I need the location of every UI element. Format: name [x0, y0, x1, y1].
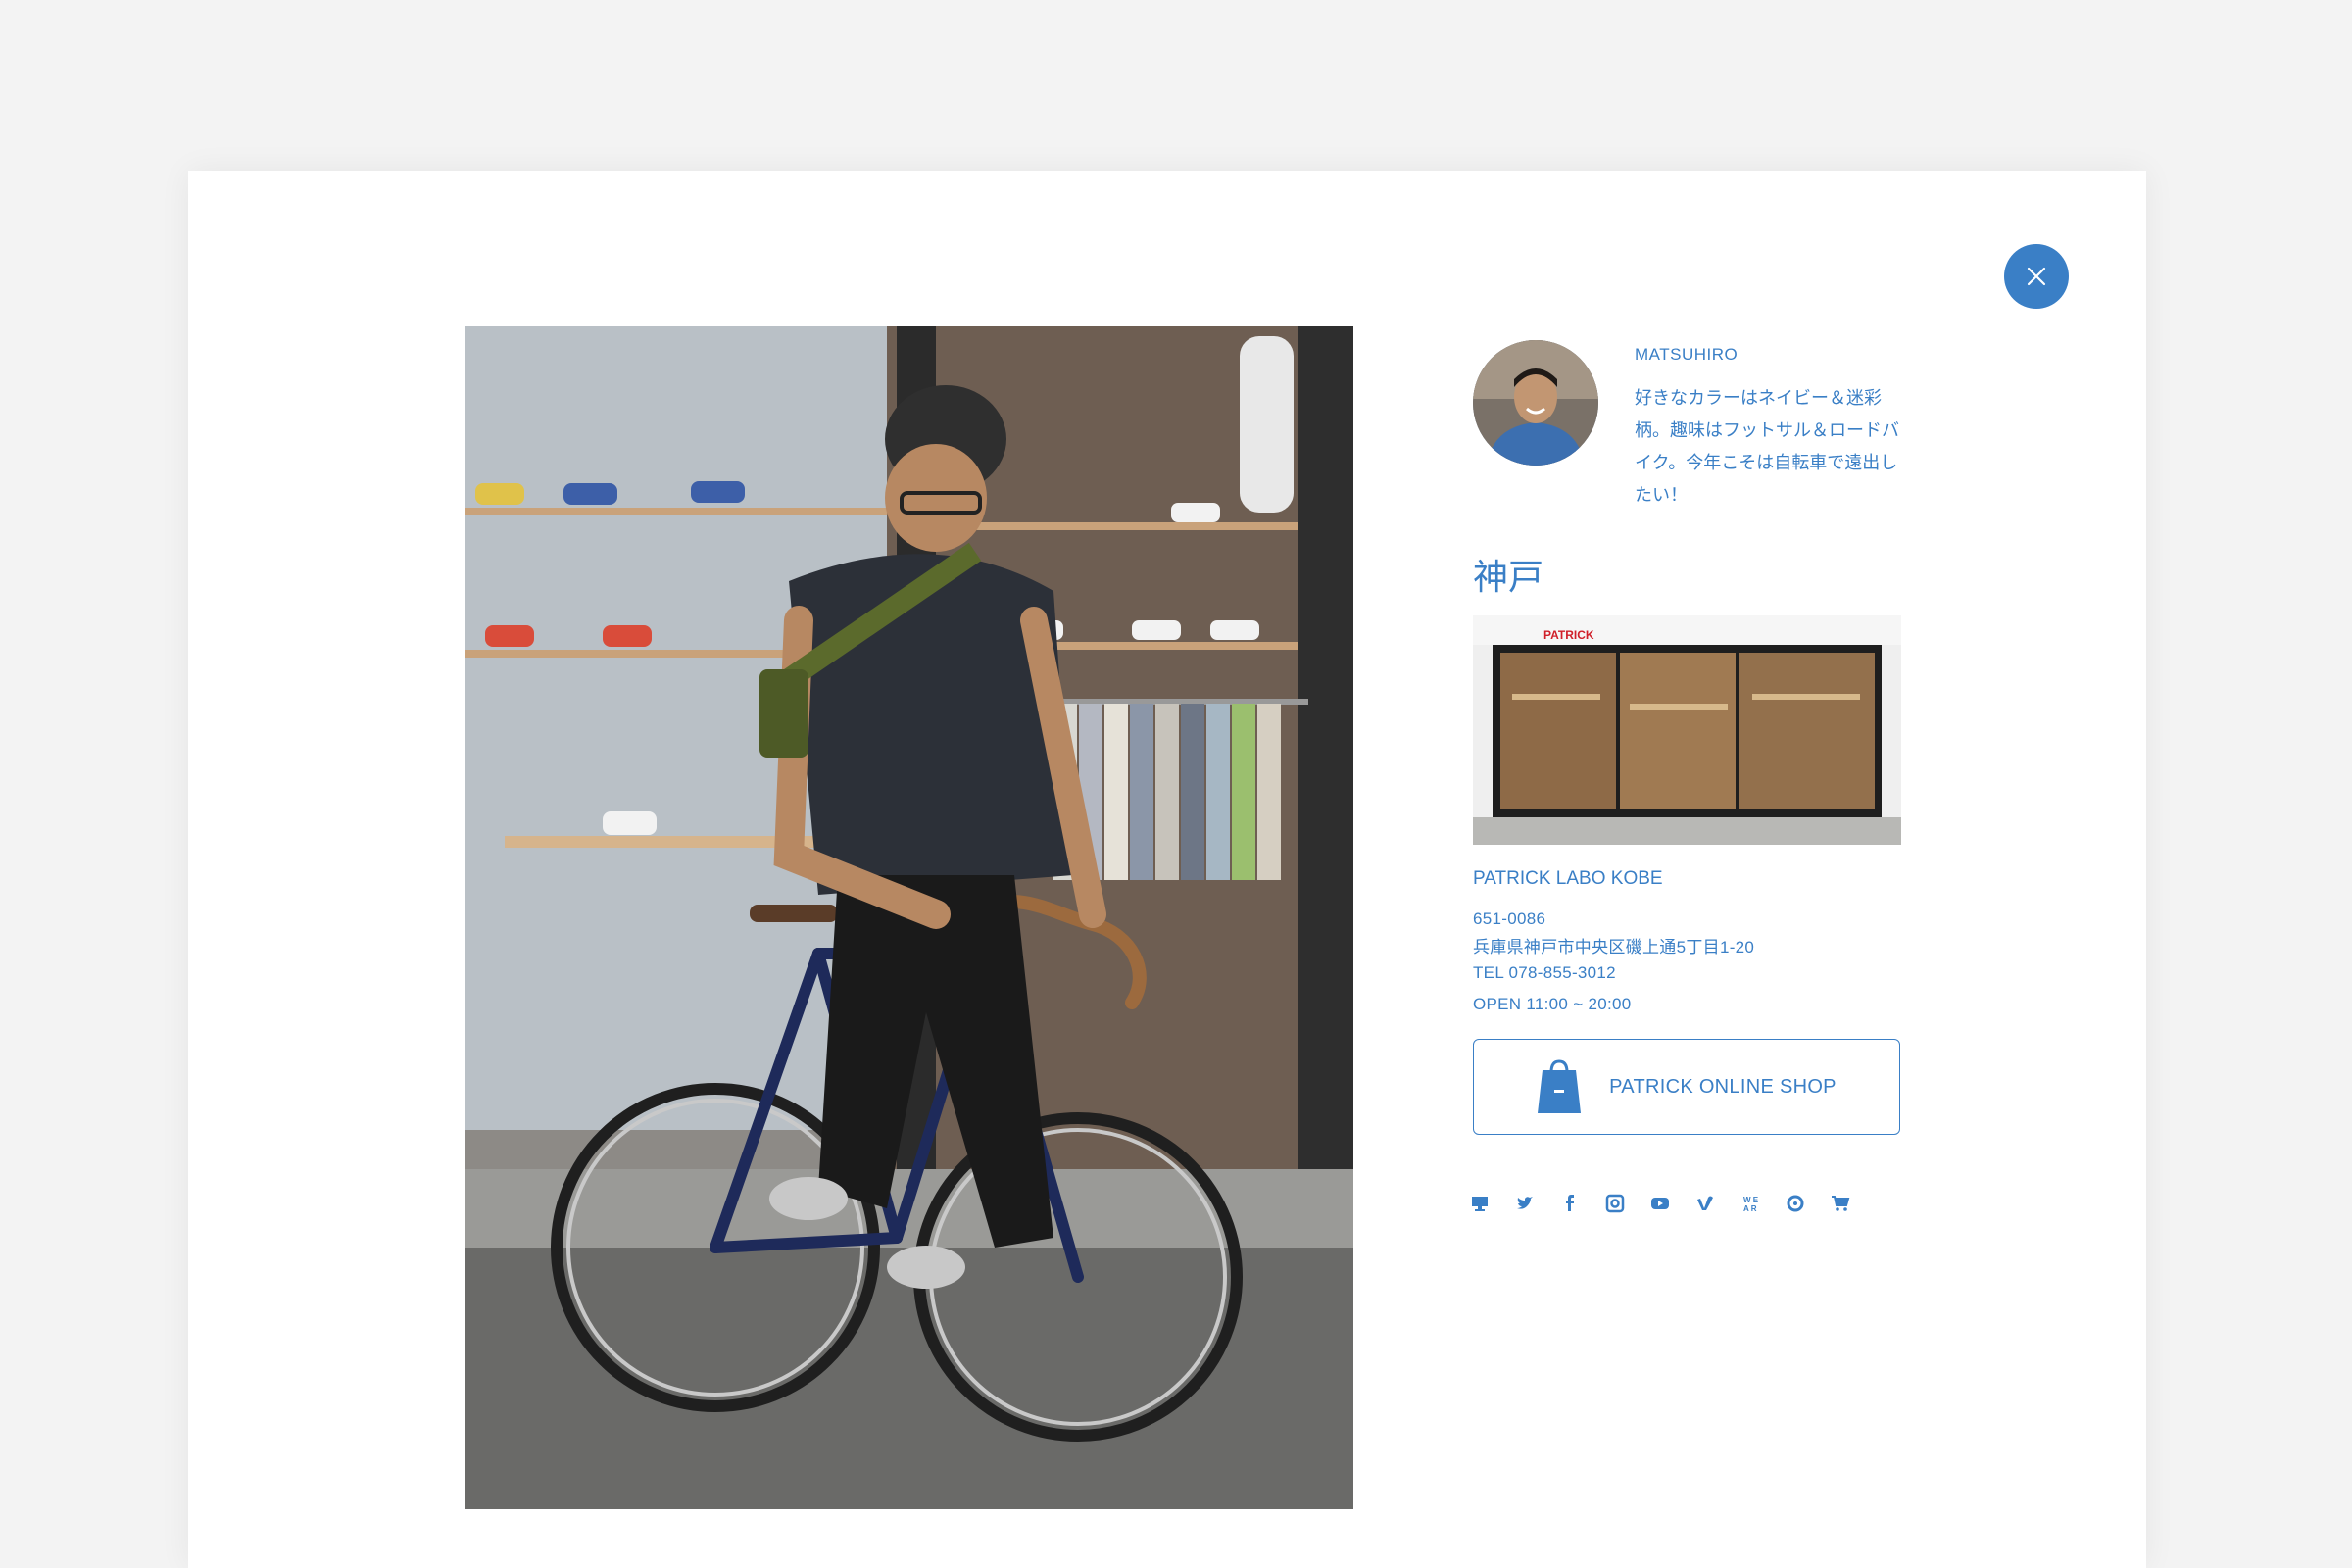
online-shop-button[interactable]: PATRICK ONLINE SHOP: [1473, 1039, 1900, 1135]
close-button[interactable]: [2004, 244, 2069, 309]
staff-name: MATSUHIRO: [1635, 345, 1739, 364]
wear-icon[interactable]: W EA R: [1740, 1192, 1786, 1215]
twitter-icon[interactable]: [1515, 1192, 1560, 1215]
staff-avatar: [1473, 340, 1598, 466]
store-tel[interactable]: TEL 078-855-3012: [1473, 963, 1616, 983]
store-sign: PATRICK: [1544, 628, 1594, 642]
svg-text:W E: W E: [1743, 1196, 1759, 1204]
store-address: 兵庫県神戸市中央区磯上通5丁目1-20: [1473, 938, 1755, 956]
store-postal-code: 651-0086: [1473, 909, 1546, 928]
store-city: 神戸: [1473, 558, 1544, 598]
staff-bio: 好きなカラーはネイビー＆迷彩柄。趣味はフットサル＆ロードバイク。今年こそは自転車…: [1635, 388, 1899, 505]
facebook-icon[interactable]: [1560, 1192, 1605, 1215]
staff-photo: [466, 326, 1353, 1509]
store-photo: PATRICK: [1473, 615, 1901, 845]
close-icon: [2027, 267, 2046, 286]
shop-s-icon[interactable]: [1786, 1192, 1831, 1215]
youtube-icon[interactable]: [1650, 1192, 1695, 1215]
online-shop-label: PATRICK ONLINE SHOP: [1609, 1075, 1837, 1098]
instagram-icon[interactable]: [1605, 1192, 1650, 1215]
svg-text:A R: A R: [1743, 1204, 1757, 1213]
website-icon[interactable]: [1470, 1192, 1515, 1215]
store-hours: OPEN 11:00 ~ 20:00: [1473, 995, 1632, 1013]
social-links: W EA R: [1470, 1192, 1876, 1215]
vimeo-icon[interactable]: [1695, 1192, 1740, 1215]
cart-icon[interactable]: [1831, 1192, 1876, 1215]
store-name: PATRICK LABO KOBE: [1473, 868, 1663, 889]
shopping-bag-icon: [1538, 1059, 1582, 1113]
